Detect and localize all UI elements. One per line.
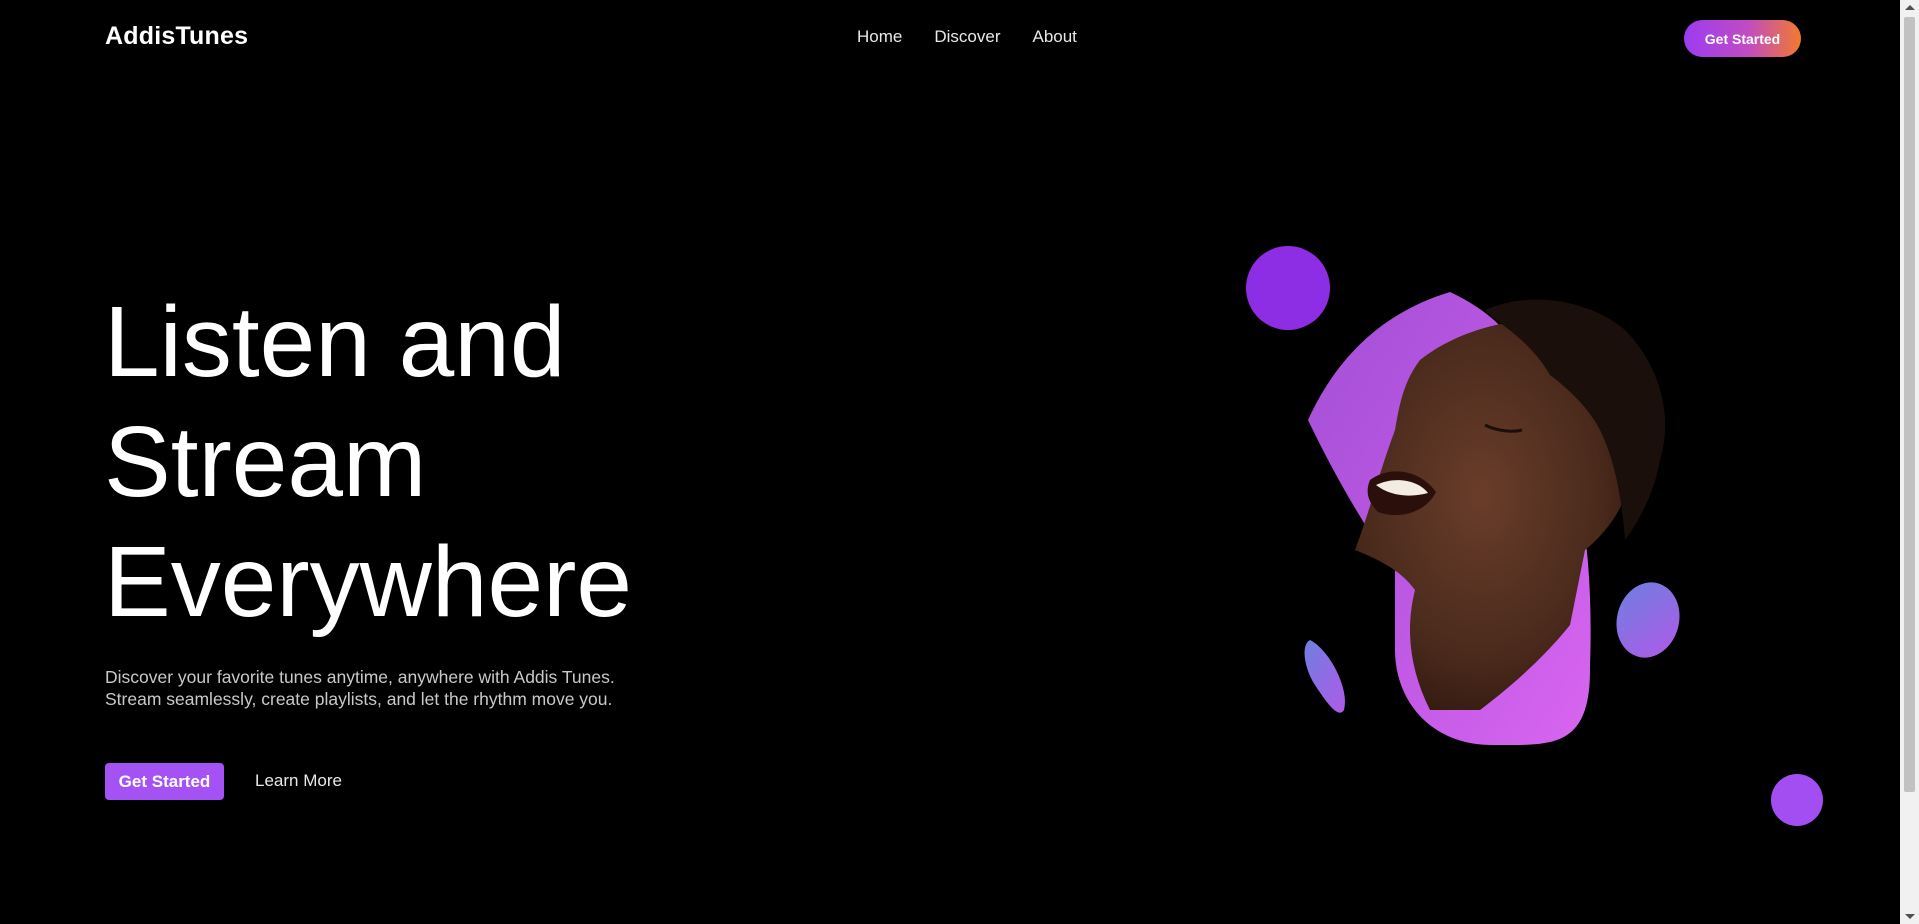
- hero-title-line: Listen and: [104, 286, 566, 398]
- hero-title-line: Stream: [104, 406, 427, 518]
- decor-drop: [1616, 582, 1680, 658]
- hero-get-started-button[interactable]: Get Started: [105, 763, 224, 800]
- nav-link-about[interactable]: About: [1032, 27, 1076, 47]
- page-scrollbar[interactable]: [1900, 0, 1919, 924]
- scroll-up-icon[interactable]: [1905, 5, 1915, 10]
- nav-links: Home Discover About: [857, 27, 1077, 47]
- hero-title-line: Everywhere: [104, 526, 632, 638]
- decor-circle: [1771, 774, 1823, 826]
- hero-illustration: [1246, 246, 1823, 826]
- decor-circle: [1246, 246, 1330, 330]
- nav-link-discover[interactable]: Discover: [934, 27, 1000, 47]
- scrollbar-thumb[interactable]: [1904, 17, 1915, 792]
- navbar: AddisTunes Home Discover About Get Start…: [0, 0, 1900, 76]
- learn-more-button[interactable]: Learn More: [255, 771, 342, 791]
- hero-description: Discover your favorite tunes anytime, an…: [105, 667, 615, 709]
- scroll-down-icon[interactable]: [1905, 914, 1915, 919]
- nav-link-home[interactable]: Home: [857, 27, 902, 47]
- decor-drop: [1304, 640, 1346, 713]
- hero-title: Listen and Stream Everywhere: [104, 282, 804, 642]
- nav-get-started-button[interactable]: Get Started: [1684, 20, 1801, 57]
- brand-logo[interactable]: AddisTunes: [105, 22, 248, 51]
